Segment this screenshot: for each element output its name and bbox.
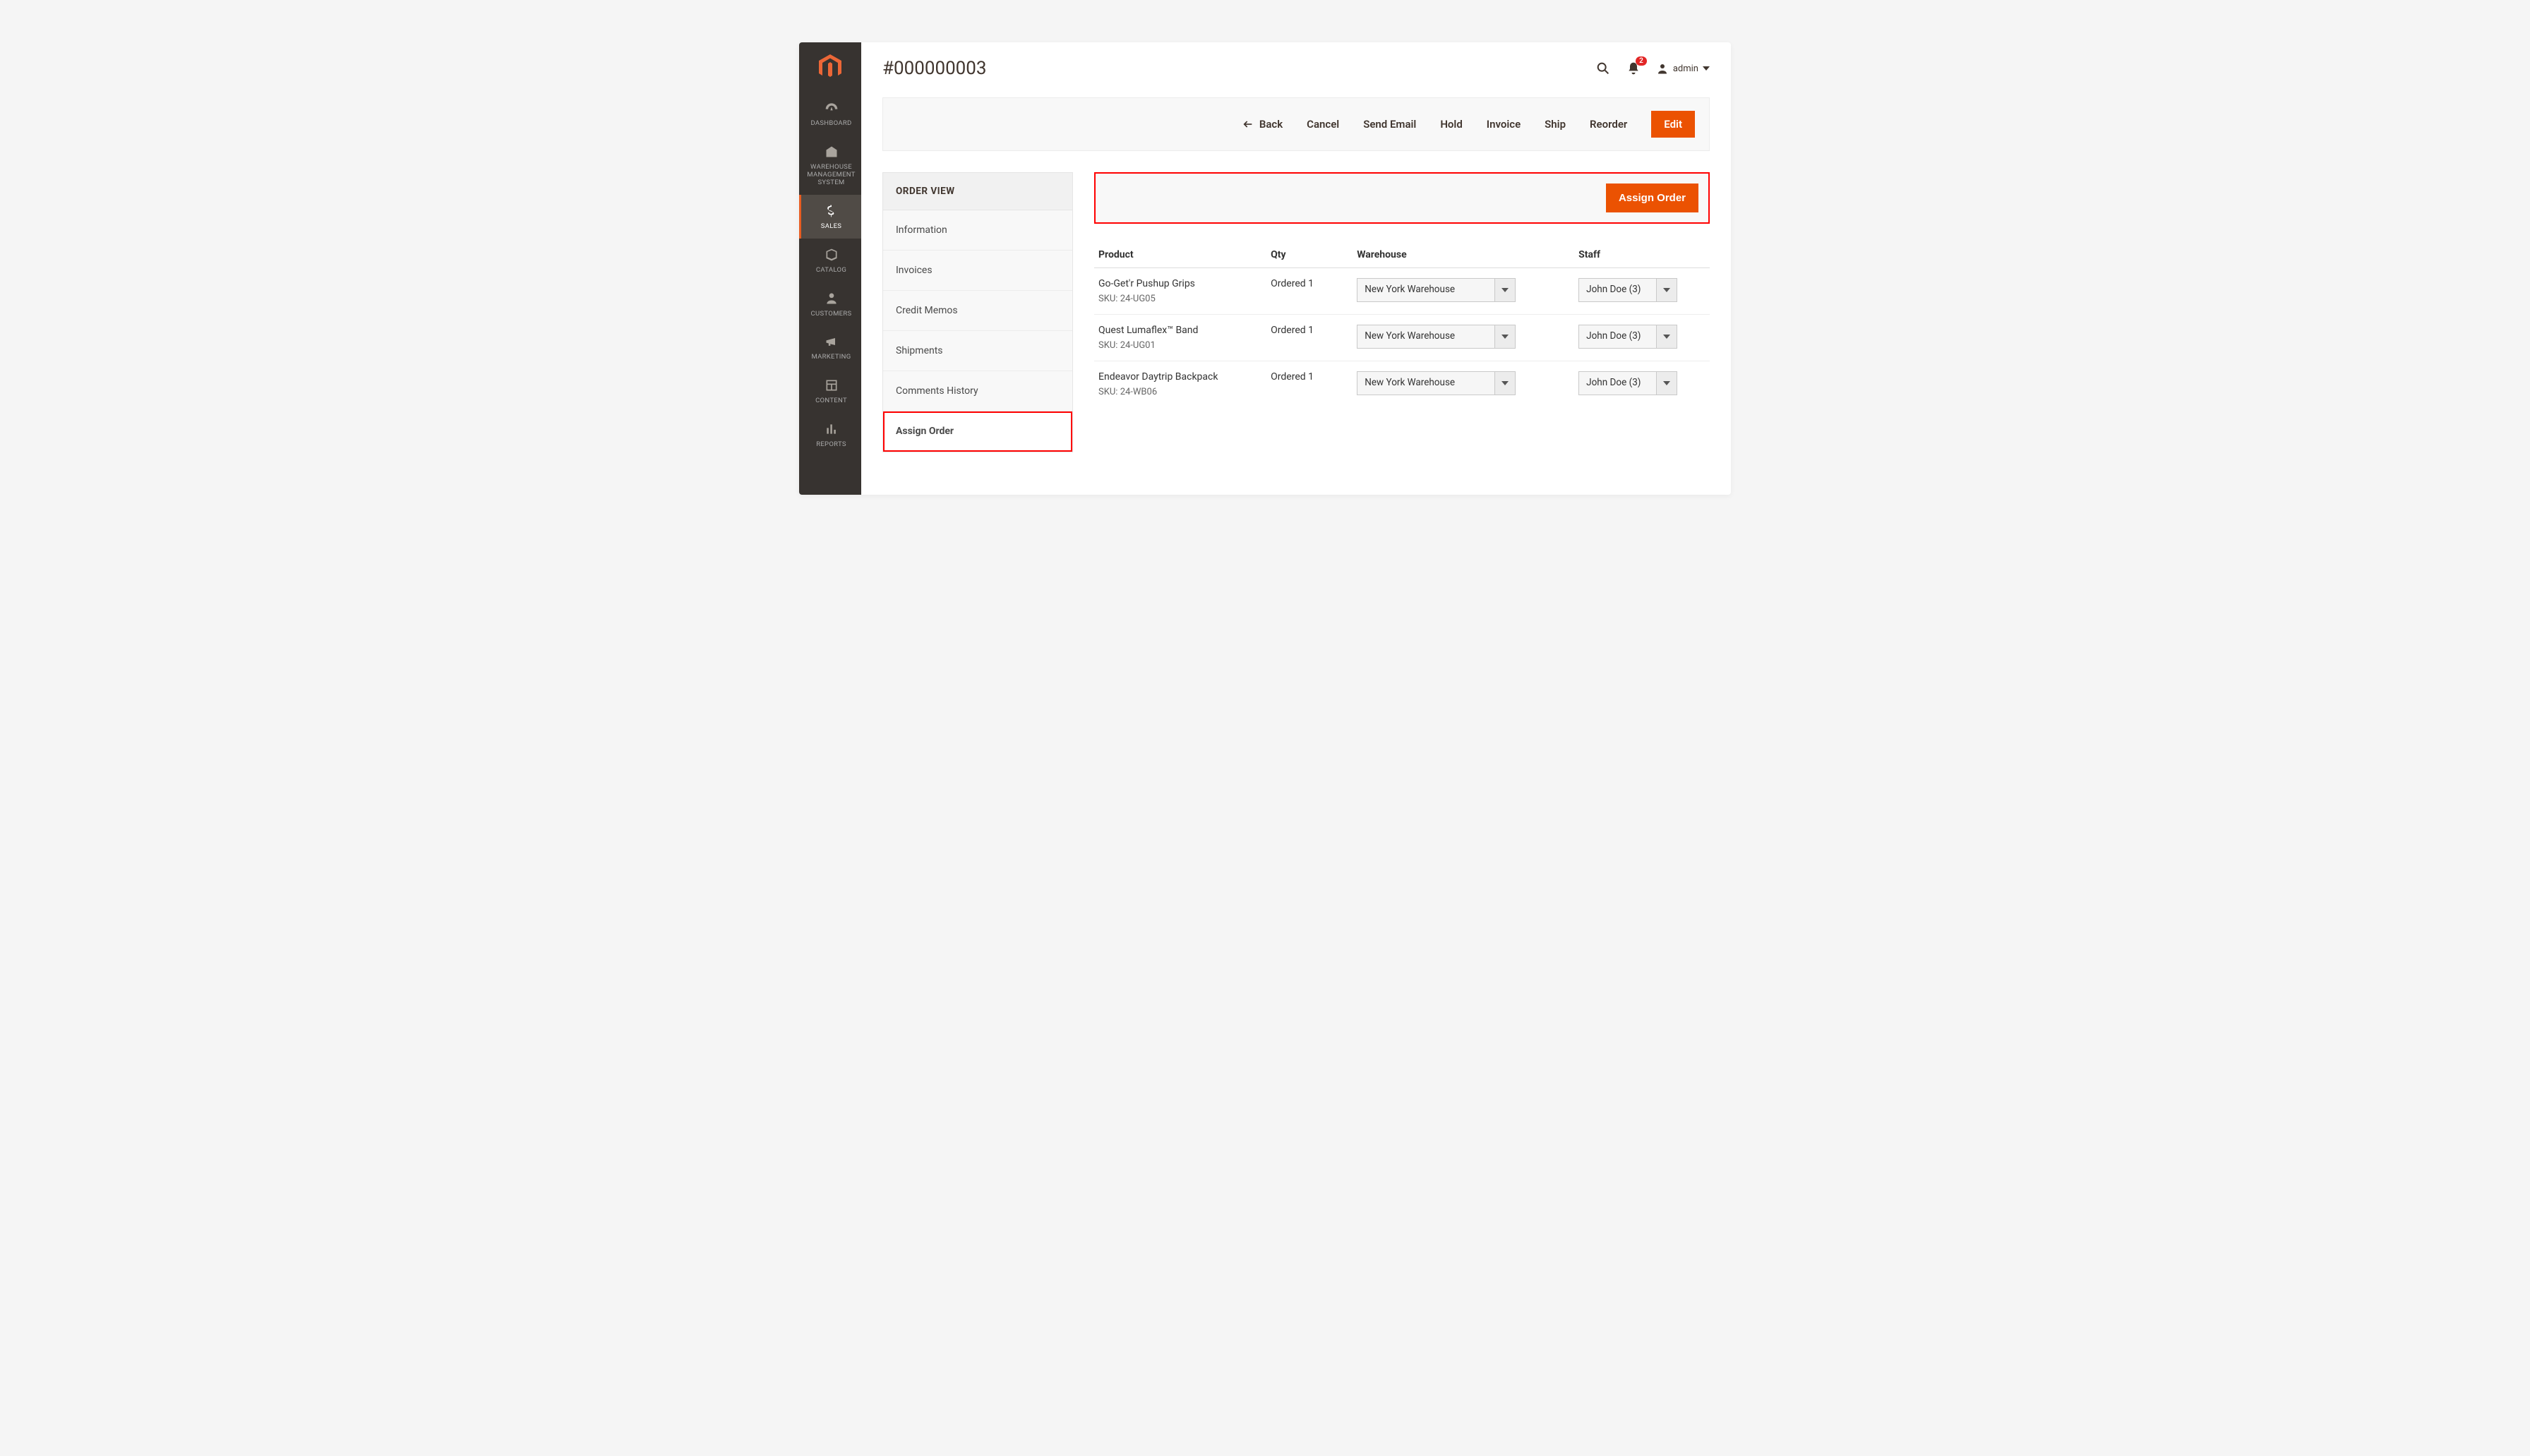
caret-down-icon bbox=[1657, 279, 1677, 301]
col-qty: Qty bbox=[1266, 243, 1353, 268]
sidebar-item-label: CONTENT bbox=[815, 397, 847, 404]
main-content: #000000003 2 admin Back bbox=[861, 42, 1731, 495]
header-actions: 2 admin bbox=[1595, 61, 1710, 76]
table-row: Quest Lumaflex™ Band SKU: 24-UG01 Ordere… bbox=[1094, 315, 1710, 361]
order-view-panel: ORDER VIEW Information Invoices Credit M… bbox=[882, 172, 1073, 452]
box-icon bbox=[804, 248, 858, 263]
magento-logo-icon bbox=[819, 54, 841, 80]
dollar-icon bbox=[804, 204, 858, 219]
sidebar-item-label: MARKETING bbox=[811, 353, 851, 361]
product-name: Quest Lumaflex™ Band bbox=[1098, 325, 1262, 336]
notifications-button[interactable]: 2 bbox=[1626, 61, 1641, 76]
caret-down-icon bbox=[1657, 325, 1677, 348]
warehouse-icon bbox=[804, 145, 858, 160]
page-header: #000000003 2 admin bbox=[882, 58, 1710, 79]
orderview-item-assign-order[interactable]: Assign Order bbox=[883, 411, 1072, 452]
orderview-item-shipments[interactable]: Shipments bbox=[883, 331, 1072, 371]
table-row: Go-Get'r Pushup Grips SKU: 24-UG05 Order… bbox=[1094, 268, 1710, 315]
sidebar-item-warehouse[interactable]: WAREHOUSE MANAGEMENT SYSTEM bbox=[799, 136, 861, 195]
qty-cell: Ordered 1 bbox=[1266, 315, 1353, 361]
magento-logo bbox=[799, 42, 861, 92]
col-product: Product bbox=[1094, 243, 1266, 268]
product-name: Go-Get'r Pushup Grips bbox=[1098, 278, 1262, 289]
app-window: DASHBOARD WAREHOUSE MANAGEMENT SYSTEM SA… bbox=[799, 42, 1731, 495]
warehouse-value: New York Warehouse bbox=[1357, 372, 1495, 395]
back-label: Back bbox=[1259, 118, 1283, 131]
qty-cell: Ordered 1 bbox=[1266, 268, 1353, 315]
warehouse-select[interactable]: New York Warehouse bbox=[1357, 371, 1516, 395]
col-warehouse: Warehouse bbox=[1353, 243, 1574, 268]
sidebar-item-label: CUSTOMERS bbox=[811, 310, 852, 318]
order-toolbar: Back Cancel Send Email Hold Invoice Ship… bbox=[882, 97, 1710, 151]
arrow-left-icon bbox=[1242, 119, 1254, 130]
col-staff: Staff bbox=[1574, 243, 1710, 268]
warehouse-value: New York Warehouse bbox=[1357, 279, 1495, 301]
back-button[interactable]: Back bbox=[1242, 118, 1283, 131]
sidebar-item-label: CATALOG bbox=[816, 266, 846, 274]
caret-down-icon bbox=[1657, 372, 1677, 395]
bar-chart-icon bbox=[804, 422, 858, 438]
orderview-item-invoices[interactable]: Invoices bbox=[883, 251, 1072, 291]
staff-value: John Doe (3) bbox=[1579, 279, 1657, 301]
hold-button[interactable]: Hold bbox=[1440, 118, 1462, 131]
table-row: Endeavor Daytrip Backpack SKU: 24-WB06 O… bbox=[1094, 361, 1710, 408]
sidebar-item-label: SALES bbox=[821, 222, 842, 230]
assign-order-button[interactable]: Assign Order bbox=[1606, 183, 1698, 212]
user-icon bbox=[1656, 62, 1669, 75]
assign-order-bar: Assign Order bbox=[1094, 172, 1710, 224]
person-icon bbox=[804, 291, 858, 307]
product-sku: SKU: 24-UG05 bbox=[1098, 294, 1262, 304]
sidebar-item-label: REPORTS bbox=[816, 440, 846, 448]
sidebar-item-content[interactable]: CONTENT bbox=[799, 369, 861, 413]
edit-button[interactable]: Edit bbox=[1651, 111, 1695, 138]
caret-down-icon bbox=[1495, 279, 1515, 301]
warehouse-value: New York Warehouse bbox=[1357, 325, 1495, 348]
products-table: Product Qty Warehouse Staff Go-Get'r Pus… bbox=[1094, 243, 1710, 407]
page-title: #000000003 bbox=[882, 58, 987, 79]
layout-icon bbox=[804, 378, 858, 394]
sidebar-item-dashboard[interactable]: DASHBOARD bbox=[799, 92, 861, 136]
warehouse-select[interactable]: New York Warehouse bbox=[1357, 278, 1516, 302]
sidebar-item-marketing[interactable]: MARKETING bbox=[799, 325, 861, 369]
sidebar-item-label: WAREHOUSE MANAGEMENT SYSTEM bbox=[807, 163, 855, 186]
staff-value: John Doe (3) bbox=[1579, 325, 1657, 348]
sidebar-item-reports[interactable]: REPORTS bbox=[799, 413, 861, 457]
staff-select[interactable]: John Doe (3) bbox=[1578, 278, 1677, 302]
caret-down-icon bbox=[1495, 325, 1515, 348]
warehouse-select[interactable]: New York Warehouse bbox=[1357, 325, 1516, 349]
caret-down-icon bbox=[1495, 372, 1515, 395]
assign-order-area: Assign Order Product Qty Warehouse Staff bbox=[1094, 172, 1710, 407]
orderview-item-information[interactable]: Information bbox=[883, 210, 1072, 251]
product-sku: SKU: 24-WB06 bbox=[1098, 387, 1262, 397]
cancel-button[interactable]: Cancel bbox=[1307, 118, 1339, 131]
product-sku: SKU: 24-UG01 bbox=[1098, 340, 1262, 351]
qty-cell: Ordered 1 bbox=[1266, 361, 1353, 408]
staff-select[interactable]: John Doe (3) bbox=[1578, 325, 1677, 349]
notification-badge: 2 bbox=[1636, 56, 1647, 66]
gauge-icon bbox=[804, 101, 858, 116]
sidebar-item-catalog[interactable]: CATALOG bbox=[799, 239, 861, 282]
staff-value: John Doe (3) bbox=[1579, 372, 1657, 395]
invoice-button[interactable]: Invoice bbox=[1487, 118, 1521, 131]
product-name: Endeavor Daytrip Backpack bbox=[1098, 371, 1262, 383]
user-menu[interactable]: admin bbox=[1656, 62, 1710, 75]
search-icon[interactable] bbox=[1595, 61, 1611, 76]
staff-select[interactable]: John Doe (3) bbox=[1578, 371, 1677, 395]
admin-sidebar: DASHBOARD WAREHOUSE MANAGEMENT SYSTEM SA… bbox=[799, 42, 861, 495]
content-row: ORDER VIEW Information Invoices Credit M… bbox=[882, 172, 1710, 452]
sidebar-item-label: DASHBOARD bbox=[810, 119, 851, 127]
caret-down-icon bbox=[1703, 65, 1710, 72]
send-email-button[interactable]: Send Email bbox=[1363, 118, 1416, 131]
ship-button[interactable]: Ship bbox=[1545, 118, 1566, 131]
megaphone-icon bbox=[804, 335, 858, 350]
sidebar-item-customers[interactable]: CUSTOMERS bbox=[799, 282, 861, 326]
username-label: admin bbox=[1673, 64, 1698, 74]
sidebar-item-sales[interactable]: SALES bbox=[799, 195, 861, 239]
orderview-item-comments-history[interactable]: Comments History bbox=[883, 371, 1072, 411]
order-view-title: ORDER VIEW bbox=[883, 173, 1072, 210]
orderview-item-credit-memos[interactable]: Credit Memos bbox=[883, 291, 1072, 331]
reorder-button[interactable]: Reorder bbox=[1590, 118, 1627, 131]
